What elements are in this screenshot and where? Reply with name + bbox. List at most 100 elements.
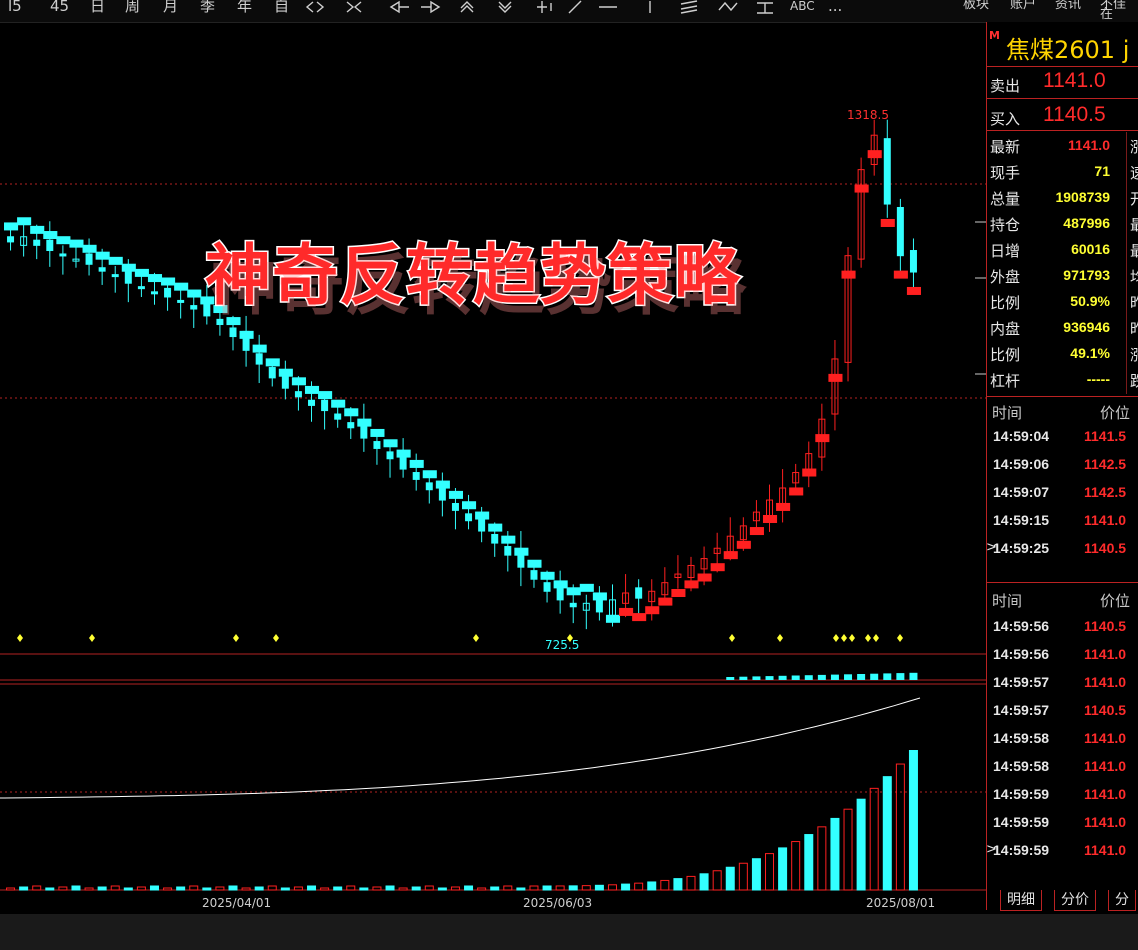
- stat-value: 1141.0: [1067, 137, 1110, 153]
- trend-step: [278, 368, 293, 377]
- divider: [987, 98, 1138, 99]
- channel-tool-icon[interactable]: [680, 0, 698, 14]
- strip-bar: [896, 673, 905, 680]
- volume-bar: [699, 873, 709, 891]
- volume-bar: [686, 875, 696, 891]
- trend-step: [789, 487, 804, 496]
- trend-step: [710, 563, 725, 572]
- toolbar-news[interactable]: 资讯: [1055, 0, 1081, 11]
- trend-step: [4, 222, 19, 231]
- volume-bar: [307, 885, 317, 891]
- stat-label: 比例: [990, 294, 1021, 312]
- trend-step: [579, 583, 594, 592]
- trend-step: [749, 527, 764, 536]
- trend-step: [396, 449, 411, 458]
- zoom-out-icon[interactable]: [305, 1, 325, 13]
- volume-bar: [19, 886, 29, 891]
- tick-price: 1140.5: [1084, 540, 1127, 556]
- volume-curve: [0, 697, 921, 799]
- volume-bar: [411, 886, 421, 891]
- stat-label: 日增: [990, 242, 1021, 260]
- ticks2-price-header: 价位: [1100, 592, 1131, 610]
- candle-body: [321, 399, 329, 412]
- toolbar-item-1[interactable]: l5: [8, 0, 22, 18]
- trend-step: [17, 217, 32, 226]
- volume-bar: [647, 881, 657, 891]
- tick-price: 1141.0: [1084, 730, 1127, 746]
- volume-bar: [398, 887, 408, 891]
- trend-step: [906, 286, 921, 295]
- toolbar-item-day[interactable]: 日: [90, 0, 105, 18]
- zoom-in-icon[interactable]: [346, 1, 362, 13]
- trend-step: [802, 468, 817, 477]
- wave-tool-icon[interactable]: [718, 1, 738, 12]
- toolbar-abc[interactable]: ABC: [790, 0, 815, 18]
- toolbar-item-2[interactable]: 45: [50, 0, 69, 18]
- toolbar-item-season[interactable]: 季: [200, 0, 215, 18]
- down-icon[interactable]: [498, 1, 512, 13]
- volume-bar: [751, 858, 761, 891]
- volume-bar: [149, 885, 159, 891]
- signal-diamond: [17, 634, 23, 642]
- trend-step: [553, 580, 568, 589]
- kline-svg[interactable]: [0, 22, 986, 910]
- volume-bar: [581, 885, 591, 891]
- stat-value: 971793: [1063, 267, 1110, 283]
- right-arrow-icon[interactable]: [421, 0, 441, 14]
- tick-price: 1141.0: [1084, 842, 1127, 858]
- left-arrow-icon[interactable]: [389, 0, 409, 14]
- candle-body: [85, 253, 93, 265]
- text-tool-icon[interactable]: [757, 2, 773, 14]
- volume-bar: [346, 885, 356, 891]
- candle-body: [386, 451, 394, 460]
- volume-bar: [895, 763, 905, 891]
- strip-bar: [883, 673, 892, 680]
- toolbar-item-year[interactable]: 年: [237, 0, 252, 18]
- stat-extra-label: 涨: [1130, 346, 1138, 364]
- trend-step: [422, 470, 437, 479]
- date-label-2: 2025/06/03: [523, 896, 593, 910]
- candle-body: [412, 472, 420, 480]
- strip-bar: [909, 672, 918, 680]
- trend-step: [30, 225, 45, 234]
- toolbar-other[interactable]: 不佳在: [1100, 0, 1138, 21]
- stat-extra-label: 涨: [1130, 138, 1138, 156]
- volume-bar: [503, 885, 513, 891]
- tick-price: 1140.5: [1084, 618, 1127, 634]
- candle-body: [308, 399, 316, 406]
- toolbar-item-month[interactable]: 月: [163, 0, 178, 18]
- toolbar-more[interactable]: ...: [828, 0, 842, 18]
- strip-bar: [830, 674, 839, 680]
- stat-label: 持仓: [990, 216, 1021, 234]
- trend-step: [147, 274, 163, 283]
- cursor-icon[interactable]: [537, 1, 552, 13]
- toolbar-account[interactable]: 账户: [1010, 0, 1036, 11]
- volume-bar: [189, 885, 199, 891]
- toolbar-item-week[interactable]: 周: [125, 0, 140, 18]
- tab-more[interactable]: 分: [1108, 890, 1136, 911]
- low-annotation: 725.5: [545, 638, 580, 652]
- volume-bar: [110, 885, 120, 891]
- up-icon[interactable]: [460, 1, 474, 13]
- volume-bar: [725, 866, 735, 891]
- tab-detail[interactable]: 明细: [1000, 890, 1042, 911]
- line-tool-icon[interactable]: [568, 0, 582, 14]
- trend-step: [69, 239, 84, 248]
- volume-bar: [804, 834, 814, 891]
- trend-step: [893, 270, 908, 279]
- volume-bar: [882, 776, 892, 891]
- buy-price: 1140.5: [1043, 103, 1106, 126]
- tab-price-split[interactable]: 分价: [1054, 890, 1096, 911]
- trend-step: [435, 480, 450, 489]
- candle-body: [255, 353, 263, 365]
- volume-bar: [385, 885, 395, 891]
- tick-time: 14:59:56: [993, 646, 1050, 662]
- toolbar-sector[interactable]: 板块: [963, 0, 989, 11]
- tick-time: 14:59:59: [993, 842, 1050, 858]
- volume-bar: [464, 885, 474, 891]
- trend-step: [239, 330, 254, 339]
- kline-chart-area[interactable]: [0, 22, 987, 910]
- candle-body: [451, 503, 459, 511]
- toolbar-item-custom[interactable]: 自: [274, 0, 289, 18]
- trend-step: [540, 571, 555, 580]
